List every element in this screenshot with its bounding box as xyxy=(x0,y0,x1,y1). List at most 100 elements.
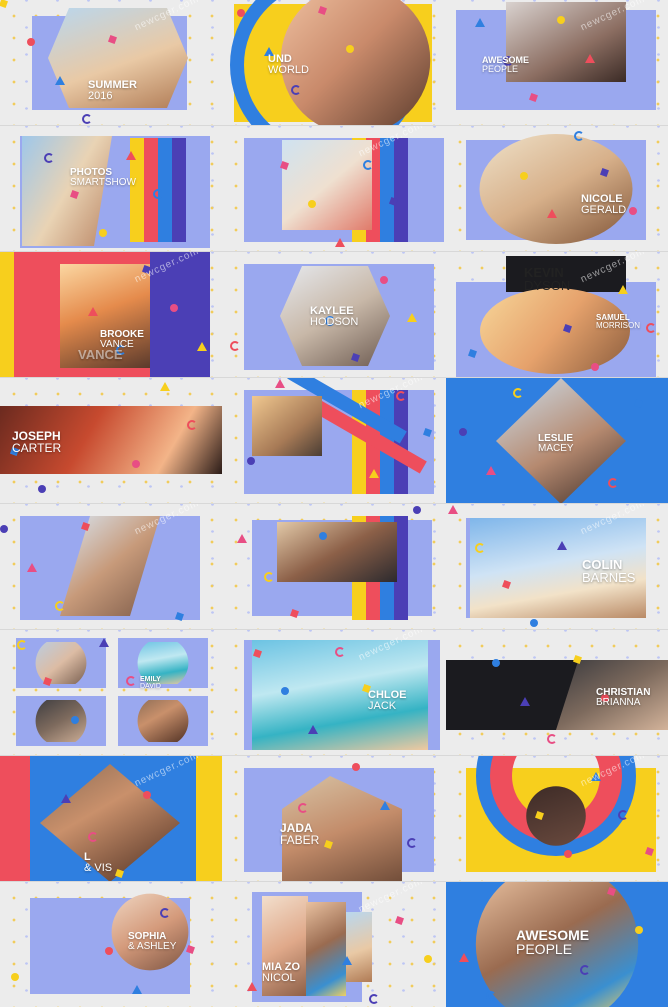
title-line-2: FABER xyxy=(280,833,320,847)
title-line-2: BARNES xyxy=(582,570,636,585)
title-line-2: JACK xyxy=(368,700,397,712)
title-line-2: DAVID xyxy=(140,683,161,690)
title-line-2: HODSON xyxy=(310,316,359,328)
confetti-dot xyxy=(635,926,643,934)
confetti-triangle xyxy=(98,638,109,648)
slide-thumbnail: NICOLE GERALD xyxy=(446,126,668,252)
slide-thumbnail: AWESOME PEOPLE xyxy=(446,882,668,1007)
color-stripe xyxy=(394,138,408,242)
confetti-dot xyxy=(318,531,327,540)
slide-title: JOSEPH CARTER xyxy=(12,430,61,454)
confetti-dot xyxy=(530,619,538,627)
slide-thumbnail: newcger.com xyxy=(0,504,222,630)
slide-title: KAYLEE HODSON xyxy=(310,306,358,328)
confetti-arc xyxy=(186,419,197,430)
slide-title: AWESOME PEOPLE xyxy=(516,928,589,956)
confetti-triangle xyxy=(335,238,346,248)
confetti-square xyxy=(252,648,262,658)
slide-thumbnail: newcger.com xyxy=(222,378,446,504)
confetti-arc xyxy=(88,831,99,842)
confetti-dot xyxy=(628,207,637,216)
title-line-2: PEOPLE xyxy=(482,64,519,74)
color-stripe xyxy=(172,138,186,242)
confetti-arc xyxy=(362,160,373,171)
ghost-label: VANCE xyxy=(78,347,123,362)
confetti-triangle xyxy=(54,75,65,85)
confetti-triangle xyxy=(247,981,258,991)
slide-thumbnail: UND WORLD xyxy=(222,0,446,126)
confetti-dot xyxy=(379,275,388,284)
confetti-triangle xyxy=(170,829,181,839)
confetti-triangle xyxy=(197,342,208,352)
confetti-dot xyxy=(352,762,361,771)
confetti-dot xyxy=(492,658,501,667)
confetti-arc xyxy=(485,990,496,1001)
title-line-2: MACEY xyxy=(538,443,574,454)
confetti-triangle xyxy=(159,381,170,391)
confetti-dot xyxy=(423,954,432,963)
slide-thumbnail: KEVIN DYSON newcger.com SAMUEL MORRISON xyxy=(446,252,668,378)
title-line-2: 2016 xyxy=(88,90,113,102)
title-line-2: SMARTSHOW xyxy=(70,177,136,188)
confetti-triangle xyxy=(341,956,352,966)
title-line-2: BRIANNA xyxy=(596,697,641,708)
slide-thumbnail: PHOTOS SMARTSHOW xyxy=(0,126,222,252)
slide-title: CHRISTIAN BRIANNA xyxy=(596,688,650,708)
slide-thumbnail: JADA FABER xyxy=(222,756,446,882)
row-divider xyxy=(0,629,668,630)
slide-thumbnail: newcger.com xyxy=(222,126,446,252)
color-band xyxy=(0,252,14,378)
confetti-triangle xyxy=(88,306,99,316)
slide-title: AWESOME PEOPLE xyxy=(482,56,529,74)
slide-thumbnail: L & VIS newcger.com xyxy=(0,756,222,882)
slide-title: LESLIE MACEY xyxy=(538,434,574,454)
confetti-triangle xyxy=(557,540,568,550)
confetti-arc xyxy=(126,676,136,686)
slide-thumbnail: CHLOE JACK newcger.com xyxy=(222,630,446,756)
slide-title: PHOTOS SMARTSHOW xyxy=(70,168,136,188)
confetti-triangle xyxy=(308,725,319,735)
row-divider xyxy=(0,755,668,756)
confetti-arc xyxy=(297,802,308,813)
confetti-arc xyxy=(81,113,92,124)
title-line-2: CARTER xyxy=(12,441,62,455)
confetti-triangle xyxy=(132,984,143,994)
confetti-triangle xyxy=(60,793,71,803)
confetti-triangle xyxy=(618,284,629,294)
confetti-dot xyxy=(458,427,467,436)
title-line-2: NICOL xyxy=(262,972,296,984)
slide-title: KEVIN DYSON xyxy=(524,266,570,292)
confetti-arc xyxy=(513,387,524,398)
title-line-1: EMILY xyxy=(140,676,161,683)
row-divider xyxy=(0,377,668,378)
confetti-triangle xyxy=(274,378,285,388)
confetti-arc xyxy=(369,994,379,1004)
row-divider xyxy=(0,503,668,504)
confetti-square xyxy=(114,868,124,878)
title-line-2: & ASHLEY xyxy=(128,941,177,952)
confetti-triangle xyxy=(546,209,557,219)
confetti-triangle xyxy=(590,771,601,781)
slide-thumbnail: SUMMER 2016 newcger.com xyxy=(0,0,222,126)
slide-title: COLIN BARNES xyxy=(582,558,635,584)
confetti-triangle xyxy=(126,151,136,160)
title-line-2: GERALD xyxy=(581,204,627,216)
slide-thumbnail: MIA ZO NICOL newcger.com xyxy=(222,882,446,1007)
confetti-arc xyxy=(264,572,274,582)
confetti-dot xyxy=(247,456,256,465)
photo-mask xyxy=(277,522,397,582)
confetti-triangle xyxy=(584,53,595,63)
slide-thumbnail: CHRISTIAN BRIANNA xyxy=(446,630,668,756)
slide-thumbnail: EMILY DAVID xyxy=(0,630,222,756)
title-line-1: AWESOME xyxy=(516,927,590,943)
photo-mask xyxy=(282,140,372,230)
title-line-2: DYSON xyxy=(524,278,571,293)
confetti-arc xyxy=(618,809,629,820)
slide-title: NICOLE GERALD xyxy=(581,194,626,216)
sub-label-line-2: MORRISON xyxy=(596,321,640,330)
color-band xyxy=(0,756,30,882)
template-preview-grid: SUMMER 2016 newcger.com UND WORLD AWESOME PEOP… xyxy=(0,0,668,1007)
row-divider xyxy=(0,125,668,126)
confetti-dot xyxy=(563,849,572,858)
title-line-2: & VIS xyxy=(84,862,113,874)
